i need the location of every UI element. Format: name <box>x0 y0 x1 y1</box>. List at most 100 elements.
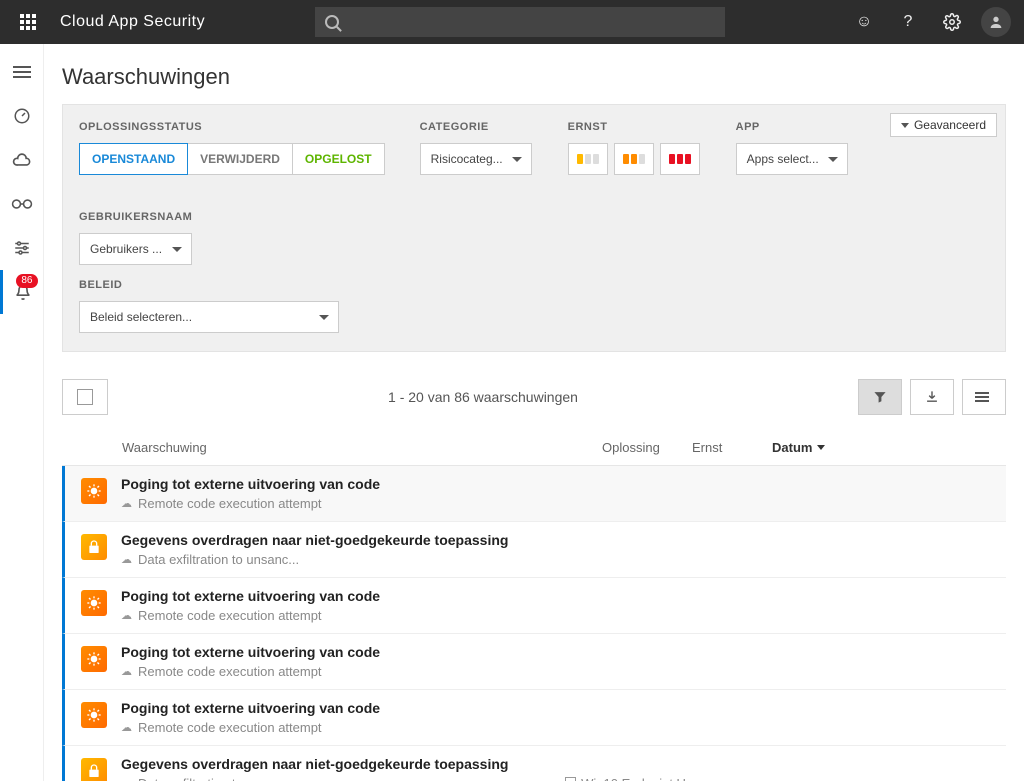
status-open-button[interactable]: OPENSTAAND <box>79 143 188 175</box>
nav-discover[interactable] <box>0 138 44 182</box>
header-actions: ☺ ? <box>844 0 1016 44</box>
alert-title: Gegevens overdragen naar niet-goedgekeur… <box>121 532 990 548</box>
top-header: Cloud App Security ☺ ? <box>0 0 1024 44</box>
alert-badge: 86 <box>16 274 37 288</box>
gear-icon <box>943 13 961 31</box>
nav-dashboard[interactable] <box>0 94 44 138</box>
filter-status-group: OPLOSSINGSSTATUS OPENSTAAND VERWIJDERD O… <box>79 121 384 175</box>
nav-investigate[interactable] <box>0 182 44 226</box>
select-all-checkbox[interactable] <box>62 379 108 415</box>
view-options-button[interactable] <box>962 379 1006 415</box>
severity-low-button[interactable] <box>568 143 608 175</box>
cloud-icon <box>12 153 32 167</box>
left-rail: 86 <box>0 44 44 781</box>
avatar <box>981 7 1011 37</box>
filter-severity-label: ERNST <box>568 121 700 133</box>
alert-subtitle: ☁Remote code execution attempt <box>121 608 990 623</box>
chevron-down-icon <box>172 247 182 252</box>
column-headers: Waarschuwing Oplossing Ernst Datum <box>62 430 1006 466</box>
severity-high-button[interactable] <box>660 143 700 175</box>
filter-policy-group: BELEID Beleid selecteren... <box>79 279 339 333</box>
filter-category-label: CATEGORIE <box>420 121 532 133</box>
search-input[interactable] <box>315 7 725 37</box>
filter-button[interactable] <box>858 379 902 415</box>
cloud-small-icon: ☁ <box>121 497 132 510</box>
cloud-small-icon: ☁ <box>121 609 132 622</box>
advanced-label: Geavanceerd <box>914 118 986 132</box>
alert-title: Poging tot externe uitvoering van code <box>121 644 990 660</box>
glasses-icon <box>11 198 33 210</box>
alert-row[interactable]: Poging tot externe uitvoering van code ☁… <box>62 634 1006 690</box>
alert-subtitle: ☁Remote code execution attempt <box>121 664 990 679</box>
threat-icon <box>81 478 107 504</box>
help-icon: ? <box>904 13 913 31</box>
user-group-icon <box>565 777 576 781</box>
column-resolution[interactable]: Oplossing <box>602 440 692 455</box>
lock-icon <box>81 758 107 781</box>
filter-category-group: CATEGORIE Risicocateg... <box>420 121 532 175</box>
menu-toggle[interactable] <box>0 50 44 94</box>
alert-title: Poging tot externe uitvoering van code <box>121 476 990 492</box>
main-content: Waarschuwingen Geavanceerd OPLOSSINGSSTA… <box>44 44 1024 781</box>
list-icon <box>975 392 989 402</box>
user-select[interactable]: Gebruikers ... <box>79 233 192 265</box>
hamburger-icon <box>13 66 31 78</box>
sliders-icon <box>13 240 31 256</box>
alert-row[interactable]: Poging tot externe uitvoering van code ☁… <box>62 690 1006 746</box>
advanced-toggle[interactable]: Geavanceerd <box>890 113 997 137</box>
app-launcher-button[interactable] <box>8 0 48 44</box>
filter-app-label: APP <box>736 121 848 133</box>
help-button[interactable]: ? <box>888 0 928 44</box>
cloud-small-icon: ☁ <box>121 721 132 734</box>
alert-subtitle: ☁Data exfiltration to unsanc... <box>121 552 990 567</box>
feedback-button[interactable]: ☺ <box>844 0 884 44</box>
cloud-small-icon: ☁ <box>121 553 132 566</box>
threat-icon <box>81 646 107 672</box>
cloud-small-icon: ☁ <box>121 777 132 781</box>
page-title: Waarschuwingen <box>62 64 1006 90</box>
nav-control[interactable] <box>0 226 44 270</box>
download-button[interactable] <box>910 379 954 415</box>
column-severity[interactable]: Ernst <box>692 440 772 455</box>
app-title: Cloud App Security <box>60 13 205 31</box>
nav-alerts[interactable]: 86 <box>0 270 44 314</box>
filter-user-label: GEBRUIKERSNAAM <box>79 211 192 223</box>
gauge-icon <box>13 107 31 125</box>
column-date[interactable]: Datum <box>772 440 825 455</box>
search-icon <box>325 15 339 29</box>
alert-subtitle: ☁Data exfiltration to unsanc...Win10 End… <box>121 776 990 781</box>
status-resolved-button[interactable]: OPGELOST <box>292 143 385 175</box>
chevron-down-icon <box>512 157 522 162</box>
status-removed-button[interactable]: VERWIJDERD <box>187 143 293 175</box>
chevron-down-icon <box>901 123 909 128</box>
account-button[interactable] <box>976 0 1016 44</box>
alert-row[interactable]: Poging tot externe uitvoering van code ☁… <box>62 578 1006 634</box>
filter-panel: Geavanceerd OPLOSSINGSSTATUS OPENSTAAND … <box>62 104 1006 352</box>
lock-icon <box>81 534 107 560</box>
filter-app-group: APP Apps select... <box>736 121 848 175</box>
threat-icon <box>81 702 107 728</box>
filter-status-label: OPLOSSINGSSTATUS <box>79 121 384 133</box>
checkbox-icon <box>77 389 93 405</box>
person-icon <box>988 14 1004 30</box>
alert-title: Poging tot externe uitvoering van code <box>121 700 990 716</box>
column-alert[interactable]: Waarschuwing <box>122 440 602 455</box>
chevron-down-icon <box>817 445 825 450</box>
filter-policy-label: BELEID <box>79 279 339 291</box>
alert-row[interactable]: Gegevens overdragen naar niet-goedgekeur… <box>62 746 1006 781</box>
alert-subtitle: ☁Remote code execution attempt <box>121 496 990 511</box>
filter-severity-group: ERNST <box>568 121 700 175</box>
funnel-icon <box>873 390 887 404</box>
waffle-icon <box>20 14 36 30</box>
app-select[interactable]: Apps select... <box>736 143 848 175</box>
alert-row[interactable]: Gegevens overdragen naar niet-goedgekeur… <box>62 522 1006 578</box>
severity-medium-button[interactable] <box>614 143 654 175</box>
alerts-list: Poging tot externe uitvoering van code ☁… <box>62 466 1006 781</box>
alert-row[interactable]: Poging tot externe uitvoering van code ☁… <box>62 466 1006 522</box>
policy-select[interactable]: Beleid selecteren... <box>79 301 339 333</box>
chevron-down-icon <box>828 157 838 162</box>
cloud-small-icon: ☁ <box>121 665 132 678</box>
settings-button[interactable] <box>932 0 972 44</box>
threat-icon <box>81 590 107 616</box>
category-select[interactable]: Risicocateg... <box>420 143 532 175</box>
